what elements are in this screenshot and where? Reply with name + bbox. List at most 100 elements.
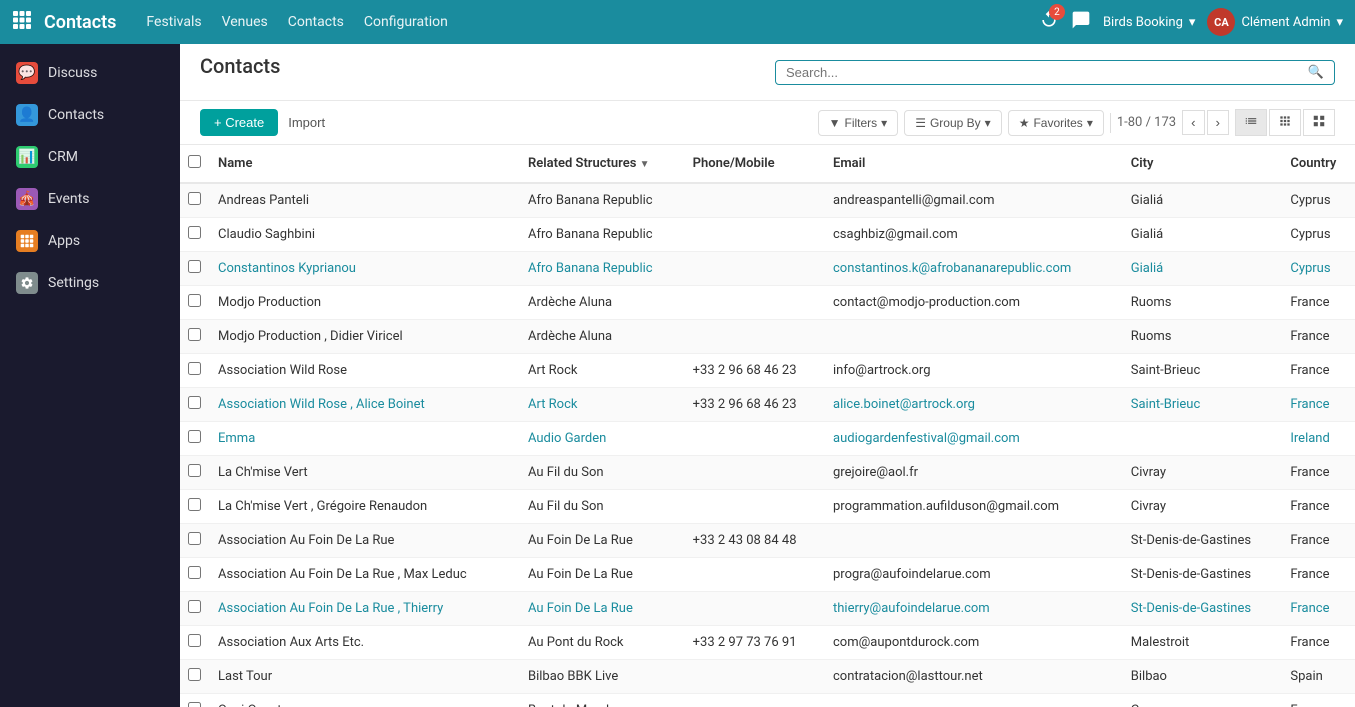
contact-country: France xyxy=(1290,465,1329,480)
row-email-cell: programmation.aufilduson@gmail.com xyxy=(825,490,1123,524)
nav-venues[interactable]: Venues xyxy=(222,14,268,30)
nav-contacts[interactable]: Contacts xyxy=(288,14,344,30)
prev-page-button[interactable]: ‹ xyxy=(1182,110,1204,135)
row-checkbox[interactable] xyxy=(188,532,201,545)
contact-name-link[interactable]: Emma xyxy=(218,431,255,446)
contact-email-link[interactable]: audiogardenfestival@gmail.com xyxy=(833,431,1020,446)
sidebar-item-discuss[interactable]: 💬 Discuss xyxy=(0,52,180,94)
contact-name: La Ch'mise Vert , Grégoire Renaudon xyxy=(218,499,427,514)
contact-country-link[interactable]: France xyxy=(1290,397,1329,412)
sidebar-item-settings[interactable]: Settings xyxy=(0,262,180,304)
sidebar-item-events[interactable]: 🎪 Events xyxy=(0,178,180,220)
row-checkbox[interactable] xyxy=(188,430,201,443)
favorites-button[interactable]: ★ Favorites ▾ xyxy=(1008,110,1104,136)
row-name-cell: Association Au Foin De La Rue xyxy=(210,524,520,558)
user-menu-birds[interactable]: Birds Booking ▾ xyxy=(1103,15,1196,30)
row-checkbox[interactable] xyxy=(188,600,201,613)
row-checkbox[interactable] xyxy=(188,498,201,511)
contact-email-link[interactable]: alice.boinet@artrock.org xyxy=(833,397,975,412)
row-checkbox[interactable] xyxy=(188,192,201,205)
row-country-cell: France xyxy=(1282,354,1355,388)
create-button[interactable]: + Create xyxy=(200,109,278,136)
chat-icon[interactable] xyxy=(1071,10,1091,34)
nav-festivals[interactable]: Festivals xyxy=(146,14,201,30)
row-checkbox[interactable] xyxy=(188,362,201,375)
row-name-cell: Modjo Production xyxy=(210,286,520,320)
contact-name: Modjo Production , Didier Viricel xyxy=(218,329,403,344)
grid-view-button[interactable] xyxy=(1303,109,1335,136)
next-page-button[interactable]: › xyxy=(1207,110,1229,135)
groupby-label: Group By xyxy=(930,116,981,130)
row-checkbox[interactable] xyxy=(188,464,201,477)
row-city-cell xyxy=(1123,422,1283,456)
contact-structure-link[interactable]: Afro Banana Republic xyxy=(528,261,653,276)
contact-country-link[interactable]: Cyprus xyxy=(1290,261,1330,276)
search-icon[interactable]: 🔍 xyxy=(1308,65,1324,80)
pagination-info: 1-80 / 173 xyxy=(1117,115,1176,130)
contact-city: Gialiá xyxy=(1131,227,1163,242)
row-country-cell: Spain xyxy=(1282,660,1355,694)
row-structure-cell: Ardèche Aluna xyxy=(520,320,685,354)
row-checkbox[interactable] xyxy=(188,566,201,579)
row-email-cell: andreaspantelli@gmail.com xyxy=(825,183,1123,218)
contact-country-link[interactable]: France xyxy=(1290,601,1329,616)
row-checkbox[interactable] xyxy=(188,668,201,681)
row-structure-cell: Au Pont du Rock xyxy=(520,626,685,660)
row-structure-cell: Afro Banana Republic xyxy=(520,183,685,218)
contact-structure-link[interactable]: Au Foin De La Rue xyxy=(528,601,633,616)
contact-email-link[interactable]: constantinos.k@afrobananarepublic.com xyxy=(833,261,1071,276)
row-checkbox-cell xyxy=(180,286,210,320)
row-city-cell: St-Denis-de-Gastines xyxy=(1123,524,1283,558)
sidebar-item-contacts[interactable]: 👤 Contacts xyxy=(0,94,180,136)
import-button[interactable]: Import xyxy=(288,115,325,130)
filters-button[interactable]: ▼ Filters ▾ xyxy=(818,110,899,136)
sidebar-item-apps[interactable]: Apps xyxy=(0,220,180,262)
contact-country-link[interactable]: Ireland xyxy=(1290,431,1329,446)
contact-name-link[interactable]: Association Au Foin De La Rue , Thierry xyxy=(218,601,443,616)
refresh-icon[interactable]: 2 xyxy=(1039,10,1059,34)
list-view-button[interactable] xyxy=(1235,109,1267,136)
contact-name: Association Wild Rose xyxy=(218,363,347,378)
row-name-cell: Association Aux Arts Etc. xyxy=(210,626,520,660)
apps-grid-icon[interactable] xyxy=(12,10,32,34)
pagination-buttons: ‹ › xyxy=(1182,110,1229,135)
row-checkbox[interactable] xyxy=(188,294,201,307)
contact-city-link[interactable]: St-Denis-de-Gastines xyxy=(1131,601,1251,616)
row-phone-cell: +33 2 96 68 46 23 xyxy=(685,388,825,422)
contact-name-link[interactable]: Constantinos Kyprianou xyxy=(218,261,356,276)
contact-city-link[interactable]: Saint-Brieuc xyxy=(1131,397,1201,412)
row-country-cell: France xyxy=(1282,286,1355,320)
row-checkbox[interactable] xyxy=(188,260,201,273)
row-checkbox[interactable] xyxy=(188,396,201,409)
search-input[interactable] xyxy=(786,65,1308,80)
row-checkbox[interactable] xyxy=(188,226,201,239)
contact-email-link[interactable]: thierry@aufoindelarue.com xyxy=(833,601,990,616)
contact-email: contratacion@lasttour.net xyxy=(833,669,983,684)
groupby-button[interactable]: ☰ Group By ▾ xyxy=(904,110,1002,136)
col-name: Name xyxy=(210,145,520,183)
contact-structure: Afro Banana Republic xyxy=(528,227,653,242)
row-checkbox[interactable] xyxy=(188,328,201,341)
select-all-checkbox[interactable] xyxy=(188,155,201,168)
row-checkbox[interactable] xyxy=(188,702,201,707)
kanban-view-button[interactable] xyxy=(1269,109,1301,136)
table-row: Modjo Production , Didier Viricel Ardèch… xyxy=(180,320,1355,354)
sidebar-item-crm[interactable]: 📊 CRM xyxy=(0,136,180,178)
user-menu-admin[interactable]: CA Clément Admin ▾ xyxy=(1207,8,1343,36)
nav-configuration[interactable]: Configuration xyxy=(364,14,448,30)
admin-label: Clément Admin xyxy=(1241,15,1330,30)
contact-structure-link[interactable]: Art Rock xyxy=(528,397,578,412)
row-structure-cell: Audio Garden xyxy=(520,422,685,456)
contact-city: St-Denis-de-Gastines xyxy=(1131,533,1251,548)
row-checkbox[interactable] xyxy=(188,634,201,647)
contact-city: Civray xyxy=(1131,499,1166,514)
contact-name-link[interactable]: Association Wild Rose , Alice Boinet xyxy=(218,397,425,412)
star-icon: ★ xyxy=(1019,116,1030,130)
row-phone-cell: +33 2 96 68 46 23 xyxy=(685,354,825,388)
crm-icon: 📊 xyxy=(16,146,38,168)
contact-country: Cyprus xyxy=(1290,227,1330,242)
contact-city-link[interactable]: Gialiá xyxy=(1131,261,1163,276)
row-structure-cell: Ardèche Aluna xyxy=(520,286,685,320)
contact-structure-link[interactable]: Audio Garden xyxy=(528,431,606,446)
row-email-cell: thierry@aufoindelarue.com xyxy=(825,592,1123,626)
